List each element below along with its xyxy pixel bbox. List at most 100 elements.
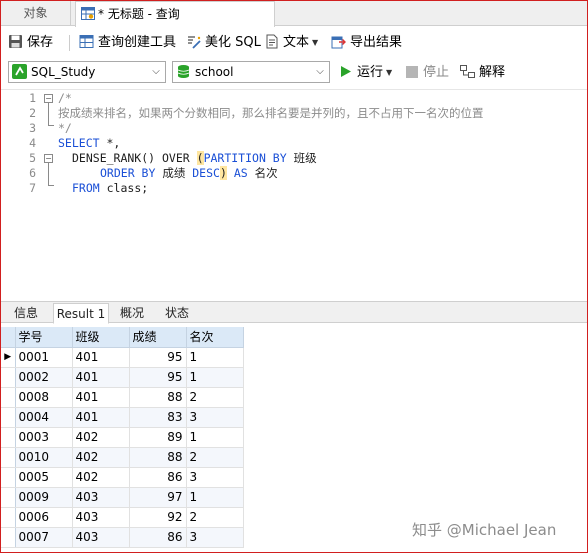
cell-class[interactable]: 403 [72,527,130,548]
tab-info[interactable]: 信息 [5,303,47,324]
cell-class[interactable]: 402 [72,427,130,448]
table-row[interactable]: ▶ 0001 401 95 1 [1,347,244,368]
explain-button[interactable]: 解释 [460,63,505,83]
table-row[interactable]: 0007 403 86 3 [1,527,244,548]
cell-rank[interactable]: 2 [186,447,244,468]
tab-profile[interactable]: 概况 [111,303,153,324]
cell-id[interactable]: 0007 [15,527,73,548]
row-selector[interactable] [1,367,16,388]
line-number: 4 [29,136,36,150]
explain-label: 解释 [479,65,506,80]
tab-result-1[interactable]: Result 1 [53,303,109,324]
cell-class[interactable]: 401 [72,407,130,428]
sql-editor[interactable]: 1 2 3 4 5 6 7 − − /* 按成绩来排名，如果两个分数相同，那么排… [1,89,587,299]
text-button[interactable]: 文本 ▼ [264,32,318,54]
cell-class[interactable]: 402 [72,467,130,488]
cell-rank[interactable]: 3 [186,527,244,548]
connection-value: SQL_Study [31,65,96,79]
tab-status[interactable]: 状态 [156,303,198,324]
row-selector[interactable] [1,427,16,448]
fold-toggle-icon[interactable]: − [44,154,53,163]
cell-class[interactable]: 403 [72,487,130,508]
table-row[interactable]: 0008 401 88 2 [1,387,244,408]
cell-score[interactable]: 88 [129,387,187,408]
cell-score[interactable]: 83 [129,407,187,428]
column-header-class[interactable]: 班级 [72,327,130,348]
cell-id[interactable]: 0010 [15,447,73,468]
table-row[interactable]: 0003 402 89 1 [1,427,244,448]
row-selector[interactable] [1,507,16,528]
table-row[interactable]: 0005 402 86 3 [1,467,244,488]
column-header-id[interactable]: 学号 [15,327,73,348]
cell-rank[interactable]: 3 [186,467,244,488]
run-label: 运行 [357,65,384,80]
stop-button[interactable]: 停止 [406,63,449,83]
cell-rank[interactable]: 1 [186,427,244,448]
cell-class[interactable]: 401 [72,367,130,388]
row-selector[interactable] [1,387,16,408]
database-select[interactable]: school ⌵ [172,61,330,83]
cell-class[interactable]: 401 [72,387,130,408]
cell-rank[interactable]: 2 [186,387,244,408]
cell-score[interactable]: 97 [129,487,187,508]
cell-id[interactable]: 0004 [15,407,73,428]
column-header-rank[interactable]: 名次 [186,327,244,348]
cell-rank[interactable]: 1 [186,347,244,368]
export-results-button[interactable]: 导出结果 [331,32,402,54]
cell-rank[interactable]: 1 [186,487,244,508]
toolbar-divider [69,35,70,51]
code-line-4: SELECT *, [58,136,120,151]
cell-id[interactable]: 0001 [15,347,73,368]
tab-query-label: * 无标题 - 查询 [98,7,180,21]
cell-score[interactable]: 89 [129,427,187,448]
column-header-score[interactable]: 成绩 [129,327,187,348]
cell-rank[interactable]: 2 [186,507,244,528]
cell-rank[interactable]: 1 [186,367,244,388]
cell-id[interactable]: 0009 [15,487,73,508]
table-row[interactable]: 0009 403 97 1 [1,487,244,508]
chevron-down-icon[interactable]: ▼ [312,32,318,54]
cell-rank[interactable]: 3 [186,407,244,428]
current-row-indicator-icon[interactable]: ▶ [1,347,16,368]
table-row[interactable]: 0006 403 92 2 [1,507,244,528]
connection-toolbar: SQL_Study ⌵ school ⌵ 运行 ▼ 停止 解释 [1,59,587,87]
cell-score[interactable]: 92 [129,507,187,528]
cell-score[interactable]: 95 [129,347,187,368]
table-row[interactable]: 0004 401 83 3 [1,407,244,428]
row-selector[interactable] [1,467,16,488]
row-selector[interactable] [1,447,16,468]
cell-class[interactable]: 402 [72,447,130,468]
cell-score[interactable]: 88 [129,447,187,468]
table-row[interactable]: 0010 402 88 2 [1,447,244,468]
cell-class[interactable]: 401 [72,347,130,368]
cell-id[interactable]: 0003 [15,427,73,448]
cell-id[interactable]: 0008 [15,387,73,408]
query-table-icon [81,7,95,20]
chevron-down-icon[interactable]: ⌵ [313,62,327,82]
connection-select[interactable]: SQL_Study ⌵ [8,61,166,83]
row-selector[interactable] [1,407,16,428]
code-line-7: FROM class; [72,181,148,196]
cell-class[interactable]: 403 [72,507,130,528]
cell-id[interactable]: 0002 [15,367,73,388]
chevron-down-icon[interactable]: ▼ [386,63,392,83]
cell-score[interactable]: 86 [129,527,187,548]
cell-id[interactable]: 0006 [15,507,73,528]
text-document-icon [266,34,278,49]
cell-score[interactable]: 95 [129,367,187,388]
cell-score[interactable]: 86 [129,467,187,488]
save-button[interactable]: 保存 [8,32,53,54]
table-row[interactable]: 0002 401 95 1 [1,367,244,388]
query-builder-button[interactable]: 查询创建工具 [79,32,176,54]
row-selector[interactable] [1,487,16,508]
query-builder-icon [79,35,94,48]
beautify-sql-button[interactable]: 美化 SQL [186,32,261,54]
fold-toggle-icon[interactable]: − [44,94,53,103]
row-selector[interactable] [1,527,16,548]
tab-query[interactable]: * 无标题 - 查询 [75,1,275,27]
cell-id[interactable]: 0005 [15,467,73,488]
run-button[interactable]: 运行 ▼ [339,63,392,83]
chevron-down-icon[interactable]: ⌵ [149,62,163,82]
navicat-query-window: 对象 * 无标题 - 查询 保存 查询创建工具 美化 SQL 文本 ▼ 导出结果… [0,0,588,553]
tab-objects[interactable]: 对象 [1,1,71,26]
